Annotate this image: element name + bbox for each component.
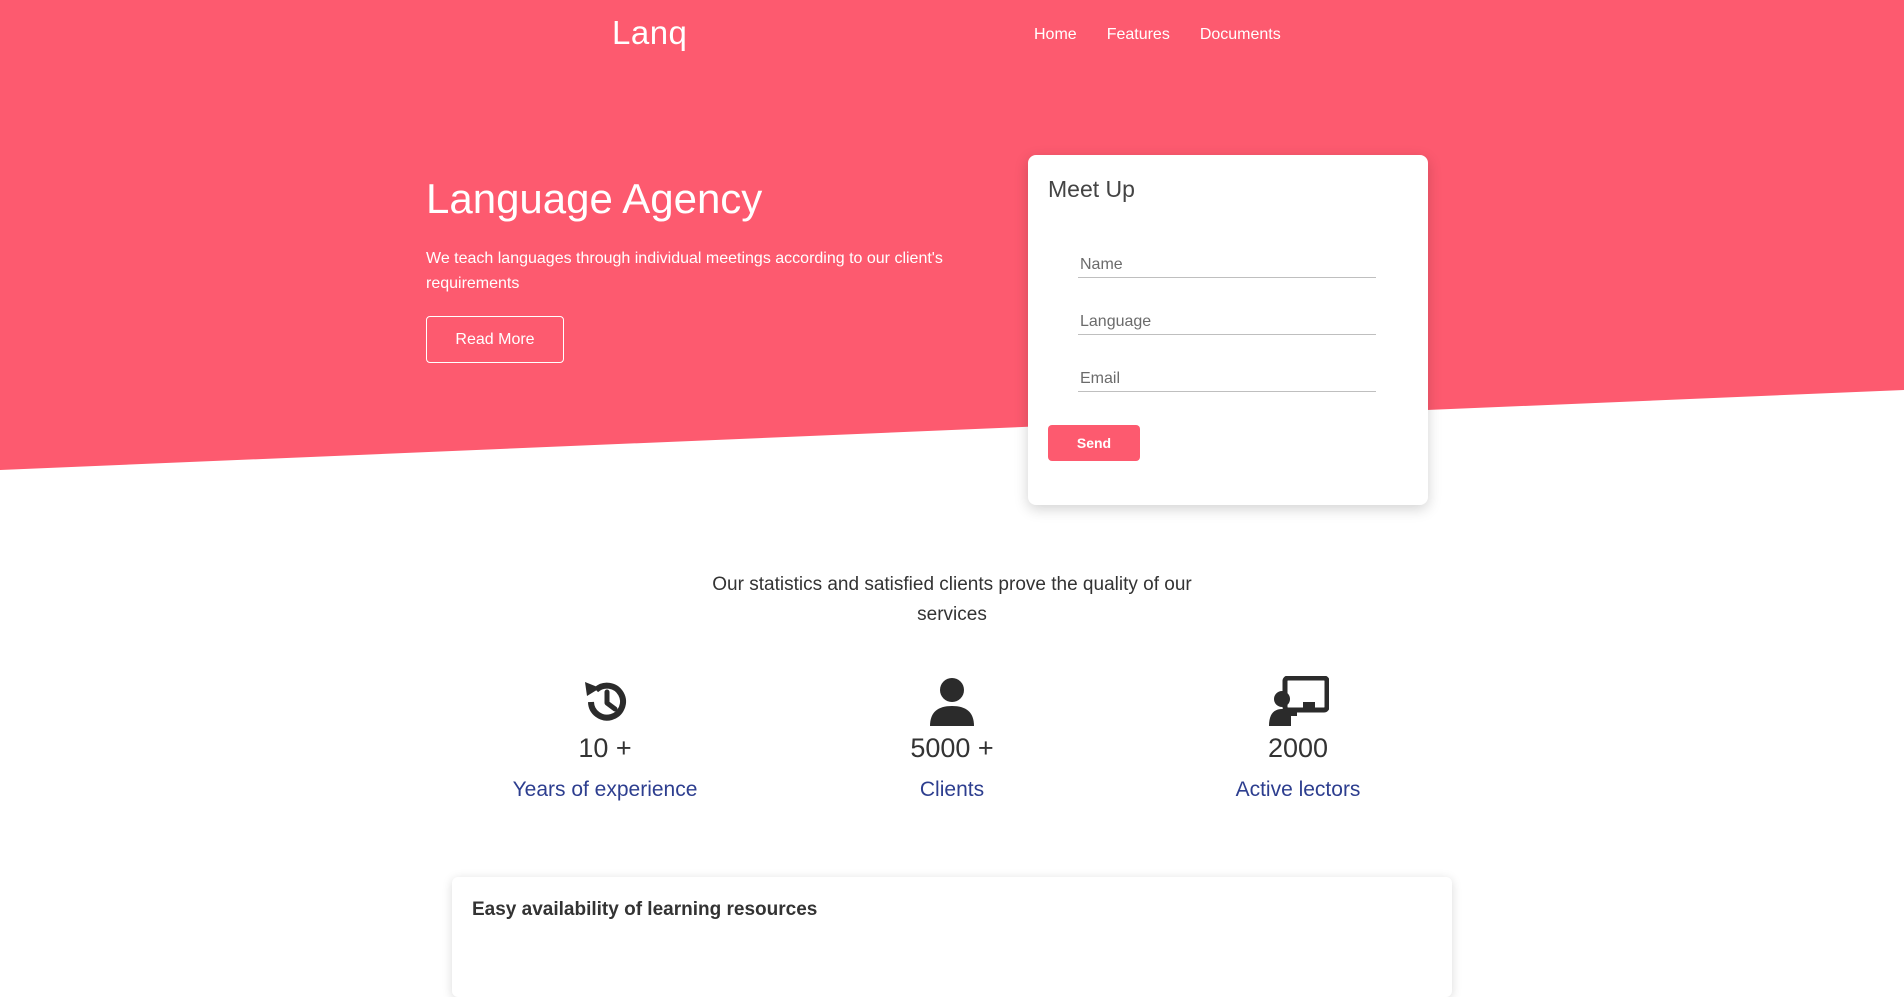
chalkboard-teacher-icon [1269, 676, 1329, 726]
read-more-button[interactable]: Read More [426, 316, 564, 363]
hero-subtitle: We teach languages through individual me… [426, 250, 943, 292]
top-nav: Home Features Documents [1034, 26, 1281, 44]
name-input[interactable] [1078, 252, 1376, 278]
resources-card: Easy availability of learning resources [452, 877, 1452, 997]
hero-title: Language Agency [426, 175, 763, 222]
resources-title: Easy availability of learning resources [472, 899, 818, 920]
stat-value: 10 + [578, 733, 632, 763]
nav-documents[interactable]: Documents [1200, 26, 1281, 44]
meetup-title: Meet Up [1048, 176, 1135, 202]
nav-home[interactable]: Home [1034, 26, 1077, 44]
stat-value: 5000 + [910, 733, 994, 763]
hero-background [0, 0, 1904, 470]
stat-label: Active lectors [1235, 778, 1361, 801]
language-input[interactable] [1078, 309, 1376, 335]
meetup-card: Meet Up Send [1028, 155, 1428, 505]
user-icon [930, 678, 974, 726]
email-input[interactable] [1078, 366, 1376, 392]
stat-value: 2000 [1267, 733, 1329, 763]
history-icon [585, 682, 626, 721]
stat-clients: 5000 + Clients [822, 676, 1082, 802]
stats-heading: Our statistics and satisfied clients pro… [712, 574, 1192, 625]
stat-lectors: 2000 Active lectors [1168, 676, 1428, 802]
stat-label: Clients [919, 778, 985, 801]
stat-label: Years of experience [512, 778, 698, 801]
brand-logo[interactable]: Lanq [612, 14, 687, 52]
send-button[interactable]: Send [1048, 425, 1140, 461]
nav-features[interactable]: Features [1107, 26, 1170, 44]
stat-experience: 10 + Years of experience [475, 676, 735, 802]
